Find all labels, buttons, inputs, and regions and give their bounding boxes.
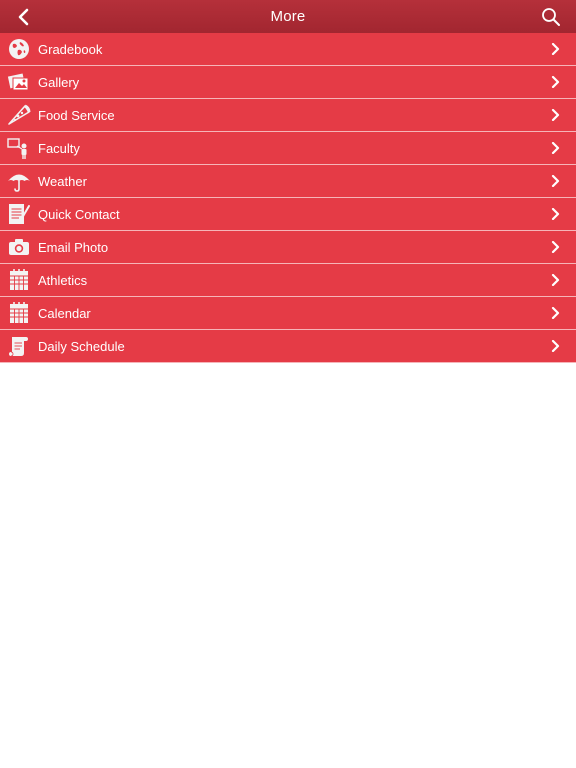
menu-item-daily-schedule[interactable]: Daily Schedule (0, 330, 576, 363)
chevron-right-icon (550, 241, 562, 253)
chevron-right-icon (550, 307, 562, 319)
menu-item-food-service[interactable]: Food Service (0, 99, 576, 132)
menu-item-gallery[interactable]: Gallery (0, 66, 576, 99)
back-button[interactable] (13, 6, 35, 28)
chevron-right-icon (550, 43, 562, 55)
pizza-icon (7, 103, 31, 127)
camera-icon (7, 235, 31, 259)
menu-item-label: Email Photo (38, 239, 109, 255)
search-icon (542, 8, 560, 26)
chevron-right-icon (550, 142, 562, 154)
chevron-left-icon (18, 8, 29, 26)
menu-item-weather[interactable]: Weather (0, 165, 576, 198)
chevron-right-icon (550, 76, 562, 88)
calendar-icon (7, 301, 31, 325)
chevron-right-icon (550, 274, 562, 286)
menu-item-label: Faculty (38, 140, 80, 156)
menu-item-gradebook[interactable]: Gradebook (0, 33, 576, 66)
photos-icon (7, 70, 31, 94)
menu-item-label: Calendar (38, 305, 91, 321)
notepad-icon (7, 202, 31, 226)
teacher-icon (7, 136, 31, 160)
menu-item-label: Weather (38, 173, 87, 189)
menu-item-label: Quick Contact (38, 206, 120, 222)
chevron-right-icon (550, 109, 562, 121)
page-title: More (270, 8, 306, 25)
umbrella-icon (7, 169, 31, 193)
menu-item-quick-contact[interactable]: Quick Contact (0, 198, 576, 231)
search-button[interactable] (540, 6, 562, 28)
menu-item-email-photo[interactable]: Email Photo (0, 231, 576, 264)
menu-item-athletics[interactable]: Athletics (0, 264, 576, 297)
more-menu-list: Gradebook Gallery Food Service Faculty W… (0, 33, 576, 363)
globe-icon (7, 37, 31, 61)
menu-item-label: Athletics (38, 272, 88, 288)
menu-item-label: Food Service (38, 107, 115, 123)
menu-item-faculty[interactable]: Faculty (0, 132, 576, 165)
nav-bar: More (0, 0, 576, 33)
chevron-right-icon (550, 340, 562, 352)
menu-item-label: Gallery (38, 74, 80, 90)
menu-item-label: Daily Schedule (38, 338, 125, 354)
chevron-right-icon (550, 208, 562, 220)
menu-item-calendar[interactable]: Calendar (0, 297, 576, 330)
scroll-icon (7, 334, 31, 358)
calendar-icon (7, 268, 31, 292)
menu-item-label: Gradebook (38, 41, 103, 57)
chevron-right-icon (550, 175, 562, 187)
